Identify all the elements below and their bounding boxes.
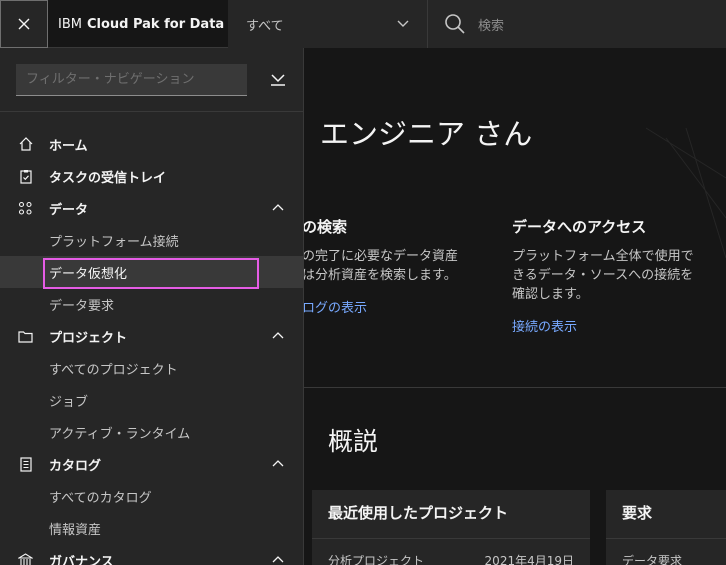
nav-list: ホーム タスクの受信トレイ データ プラットフォーム接続 データ仮想化 データ要… bbox=[0, 112, 303, 565]
welcome-banner: エンジニア さん の検索 の完了に必要なデータ資産 は分析資産を検索します。 ロ… bbox=[304, 48, 726, 388]
card-title: の検索 bbox=[304, 218, 348, 236]
tile-title: 要求 bbox=[622, 504, 653, 522]
collapse-all-button[interactable] bbox=[269, 71, 287, 89]
overview-heading: 概説 bbox=[328, 427, 379, 456]
nav-item-label: タスクの受信トレイ bbox=[49, 170, 167, 186]
nav-subitem-jobs[interactable]: ジョブ bbox=[0, 384, 303, 416]
nav-subitem-all-catalogs[interactable]: すべてのカタログ bbox=[0, 480, 303, 512]
nav-item-label: データ bbox=[49, 202, 89, 218]
search-scope-dropdown[interactable]: すべて bbox=[228, 0, 428, 48]
requests-tile[interactable]: 要求 データ要求 bbox=[606, 490, 726, 565]
chevron-up-icon[interactable] bbox=[271, 553, 285, 565]
tile-divider bbox=[312, 538, 590, 539]
recent-project-row[interactable]: 分析プロジェクト 2021年4月19日 bbox=[328, 552, 574, 565]
nav-item-home[interactable]: ホーム bbox=[0, 128, 303, 160]
request-row[interactable]: データ要求 bbox=[622, 552, 720, 565]
search-data-card: の検索 の完了に必要なデータ資産 は分析資産を検索します。 ログの表示 bbox=[304, 216, 502, 316]
chevron-up-icon[interactable] bbox=[271, 201, 285, 215]
clipboard-icon bbox=[18, 169, 33, 184]
folder-icon bbox=[18, 329, 33, 344]
card-text-line: は分析資産を検索します。 bbox=[304, 268, 457, 283]
nav-item-label: カタログ bbox=[49, 458, 102, 474]
view-catalog-link[interactable]: ログの表示 bbox=[304, 297, 502, 316]
side-navigation: ホーム タスクの受信トレイ データ プラットフォーム接続 データ仮想化 データ要… bbox=[0, 48, 304, 565]
chevron-down-icon bbox=[397, 20, 409, 27]
nav-item-catalogs[interactable]: カタログ bbox=[0, 448, 303, 480]
view-connections-link[interactable]: 接続の表示 bbox=[512, 316, 717, 335]
request-name: データ要求 bbox=[622, 554, 683, 565]
collapse-all-icon bbox=[271, 73, 285, 86]
chevron-up-icon[interactable] bbox=[271, 457, 285, 471]
filter-navigation-input[interactable] bbox=[16, 63, 247, 96]
tile-title: 最近使用したプロジェクト bbox=[328, 504, 509, 522]
data-icon bbox=[18, 201, 33, 216]
catalog-icon bbox=[18, 456, 33, 472]
nav-subitem-platform-connections[interactable]: プラットフォーム接続 bbox=[0, 224, 303, 256]
card-text-line: きるデータ・ソースへの接続を bbox=[512, 268, 694, 283]
nav-subitem-information-assets[interactable]: 情報資産 bbox=[0, 512, 303, 544]
governance-icon bbox=[18, 552, 33, 565]
search-placeholder: 検索 bbox=[478, 18, 505, 34]
card-text-line: 確認します。 bbox=[512, 287, 589, 302]
filter-row bbox=[0, 48, 303, 112]
nav-item-label: ガバナンス bbox=[49, 554, 114, 565]
project-date: 2021年4月19日 bbox=[484, 554, 574, 565]
nav-subitem-all-projects[interactable]: すべてのプロジェクト bbox=[0, 352, 303, 384]
search-icon bbox=[445, 14, 465, 34]
nav-item-projects[interactable]: プロジェクト bbox=[0, 320, 303, 352]
nav-subitem-data-virtualization[interactable]: データ仮想化 bbox=[0, 256, 303, 288]
chevron-up-icon[interactable] bbox=[271, 329, 285, 343]
close-menu-button[interactable] bbox=[0, 0, 48, 48]
nav-item-label: ホーム bbox=[49, 138, 88, 154]
project-name: 分析プロジェクト bbox=[328, 554, 425, 565]
close-icon bbox=[18, 18, 30, 30]
brand-prefix: IBM bbox=[58, 16, 82, 32]
main-content: エンジニア さん の検索 の完了に必要なデータ資産 は分析資産を検索します。 ロ… bbox=[304, 48, 726, 565]
scope-value: すべて bbox=[246, 18, 284, 34]
card-title: データへのアクセス bbox=[512, 218, 647, 236]
card-text-line: の完了に必要なデータ資産 bbox=[304, 249, 459, 264]
tile-divider bbox=[606, 538, 726, 539]
welcome-greeting: エンジニア さん bbox=[320, 117, 533, 151]
nav-subitem-data-requests[interactable]: データ要求 bbox=[0, 288, 303, 320]
global-search[interactable]: 検索 bbox=[428, 0, 726, 48]
nav-item-label: プロジェクト bbox=[49, 330, 128, 346]
home-icon bbox=[18, 137, 33, 152]
nav-item-data[interactable]: データ bbox=[0, 192, 303, 224]
nav-subitem-active-runtimes[interactable]: アクティブ・ランタイム bbox=[0, 416, 303, 448]
product-brand[interactable]: IBM Cloud Pak for Data bbox=[48, 0, 228, 48]
brand-name: Cloud Pak for Data bbox=[86, 16, 225, 32]
data-access-card: データへのアクセス プラットフォーム全体で使用で きるデータ・ソースへの接続を … bbox=[512, 216, 717, 335]
nav-item-governance[interactable]: ガバナンス bbox=[0, 544, 303, 565]
nav-item-task-inbox[interactable]: タスクの受信トレイ bbox=[0, 160, 303, 192]
recent-projects-tile[interactable]: 最近使用したプロジェクト 分析プロジェクト 2021年4月19日 bbox=[312, 490, 590, 565]
card-text-line: プラットフォーム全体で使用で bbox=[512, 249, 694, 264]
top-header: IBM Cloud Pak for Data すべて 検索 bbox=[0, 0, 726, 48]
